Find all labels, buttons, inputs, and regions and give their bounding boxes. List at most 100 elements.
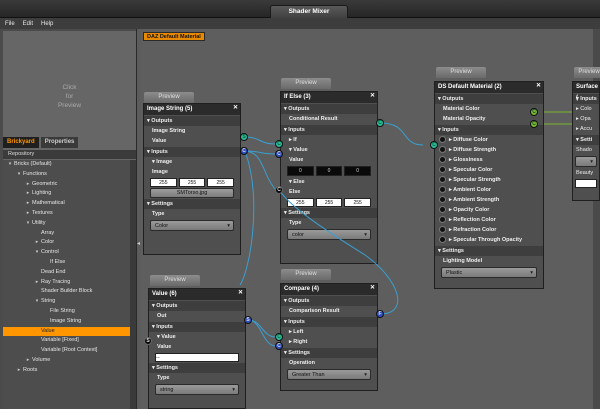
value-node[interactable]: Value (6) ✕ ▾ Outputs Out ▾ Inputs ▾ Valu…: [148, 288, 246, 409]
port-value-in[interactable]: C: [275, 150, 283, 158]
close-icon[interactable]: ✕: [233, 104, 238, 114]
blue-field[interactable]: 255: [207, 178, 235, 187]
ds-input-item[interactable]: ▸ Opacity Color: [435, 205, 543, 215]
tree-item[interactable]: Variable [Fixed]: [3, 336, 136, 346]
close-icon[interactable]: ✕: [370, 284, 375, 294]
tree-scrollbar[interactable]: [130, 160, 136, 409]
surface-input-color[interactable]: ▸ Colo: [573, 104, 599, 114]
tree-item[interactable]: If Else: [3, 258, 136, 268]
tree-item[interactable]: ▾ Bricks (Default): [3, 160, 136, 170]
type-dropdown[interactable]: string: [155, 384, 239, 395]
ds-input-item[interactable]: ▸ Specular Through Opacity: [435, 235, 543, 245]
surface-input-opacity[interactable]: ▸ Opa: [573, 114, 599, 124]
port-icon[interactable]: [439, 156, 446, 164]
tree-item[interactable]: ▸ Lighting: [3, 189, 136, 199]
input-value[interactable]: ▾ Value: [149, 332, 245, 342]
tree-item[interactable]: ▸ Textures: [3, 209, 136, 219]
if-else-node[interactable]: If Else (3) ✕ ▾ Outputs Conditional Resul…: [280, 91, 378, 264]
inputs-section[interactable]: ▾ Inputs: [149, 322, 245, 332]
port-icon[interactable]: [439, 146, 446, 154]
chevron-right-icon[interactable]: ▸: [24, 209, 32, 219]
ds-input-item[interactable]: ▸ Refraction Color: [435, 225, 543, 235]
tree-item[interactable]: Image String: [3, 317, 136, 327]
chevron-right-icon[interactable]: ▸: [24, 189, 32, 199]
chevron-down-icon[interactable]: ▾: [24, 219, 32, 229]
ds-input-item[interactable]: ▸ Diffuse Color: [435, 135, 543, 145]
tree-item[interactable]: Array: [3, 229, 136, 239]
close-icon[interactable]: ✕: [238, 289, 243, 299]
operation-dropdown[interactable]: Greater Than: [287, 369, 371, 380]
menu-help[interactable]: Help: [41, 21, 53, 27]
port-icon[interactable]: [439, 166, 446, 174]
inputs-section[interactable]: ▾ Inputs: [144, 147, 240, 157]
port-icon[interactable]: [439, 186, 446, 194]
tab-brickyard[interactable]: Brickyard: [3, 137, 39, 148]
ds-input-item[interactable]: ▸ Specular Strength: [435, 175, 543, 185]
ds-input-item[interactable]: ▸ Specular Color: [435, 165, 543, 175]
value-b[interactable]: 0: [344, 166, 372, 176]
ds-default-material-node[interactable]: DS Default Material (2) ✕ ▾ Outputs Mater…: [434, 81, 544, 289]
tree-item[interactable]: Dead End: [3, 268, 136, 278]
tree-item[interactable]: Value: [3, 326, 136, 337]
chevron-right-icon[interactable]: ▸: [24, 180, 32, 190]
tab-properties[interactable]: Properties: [40, 137, 79, 148]
compare-node[interactable]: Compare (4) ✕ ▾ Outputs Comparison Result…: [280, 283, 378, 391]
port-icon[interactable]: [439, 136, 446, 144]
outputs-section[interactable]: ▾ Outputs: [435, 94, 543, 104]
green-field[interactable]: 255: [178, 178, 206, 187]
menu-edit[interactable]: Edit: [23, 21, 33, 27]
red-field[interactable]: 255: [150, 178, 177, 187]
tree-item[interactable]: ▾ String: [3, 297, 136, 307]
input-right[interactable]: ▸ Right: [281, 337, 377, 347]
ds-input-item[interactable]: ▸ Glossiness: [435, 155, 543, 165]
window-title-tab[interactable]: Shader Mixer: [270, 5, 348, 19]
else-b[interactable]: 255: [344, 198, 372, 207]
input-left[interactable]: ▸ Left: [281, 327, 377, 337]
close-icon[interactable]: ✕: [370, 92, 375, 102]
port-else-in[interactable]: C: [275, 186, 283, 194]
input-else[interactable]: ▾ Else: [281, 177, 377, 187]
settings-section[interactable]: ▾ Settings: [435, 246, 543, 256]
settings-section[interactable]: ▾ Settings: [281, 348, 377, 358]
port-diffuse-in[interactable]: C: [430, 141, 438, 149]
port-right-in[interactable]: C: [275, 342, 283, 350]
tree-item[interactable]: ▸ Volume: [3, 356, 136, 366]
chevron-right-icon[interactable]: ▸: [15, 366, 23, 376]
settings-section[interactable]: ▾ Settings: [144, 199, 240, 209]
port-comparison-out[interactable]: F: [376, 310, 384, 318]
value-preview-tab[interactable]: Preview: [150, 275, 200, 286]
chevron-right-icon[interactable]: ▸: [24, 199, 32, 209]
settings-section[interactable]: ▾ Setti: [573, 135, 599, 145]
shadow-dropdown[interactable]: [575, 156, 597, 167]
port-if-in[interactable]: C: [275, 140, 283, 148]
tree-item[interactable]: ▾ Functions: [3, 170, 136, 180]
outputs-section[interactable]: ▾ Outputs: [149, 301, 245, 311]
ds-input-item[interactable]: ▸ Ambient Strength: [435, 195, 543, 205]
tree-item[interactable]: ▸ Geometric: [3, 180, 136, 190]
inputs-section[interactable]: ▾ Inputs: [435, 125, 543, 135]
value-field[interactable]: --: [155, 353, 239, 362]
if-else-preview-tab[interactable]: Preview: [281, 78, 331, 89]
ds-input-item[interactable]: ▸ Reflection Color: [435, 215, 543, 225]
port-image-string-out[interactable]: S: [240, 133, 248, 141]
tree-item[interactable]: ▾ Utility: [3, 219, 136, 229]
port-out[interactable]: S: [244, 316, 252, 324]
chevron-right-icon[interactable]: ▸: [24, 356, 32, 366]
type-dropdown[interactable]: color: [287, 229, 371, 240]
chevron-down-icon[interactable]: ▾: [33, 297, 41, 307]
inputs-section[interactable]: ▾ Inputs: [281, 317, 377, 327]
chevron-down-icon[interactable]: ▾: [6, 160, 14, 170]
chevron-right-icon[interactable]: ▸: [33, 238, 41, 248]
port-icon[interactable]: [439, 176, 446, 184]
port-material-color-out[interactable]: C: [530, 108, 538, 116]
port-icon[interactable]: [439, 196, 446, 204]
inputs-section[interactable]: ▾ Inputs: [281, 125, 377, 135]
port-icon[interactable]: [439, 206, 446, 214]
chevron-down-icon[interactable]: ▾: [33, 248, 41, 258]
tree-item[interactable]: Shader Builder Block: [3, 287, 136, 297]
image-group[interactable]: ▾ Image: [144, 157, 240, 167]
tree-item[interactable]: ▸ Roots: [3, 366, 136, 376]
value-g[interactable]: 0: [315, 166, 343, 176]
close-icon[interactable]: ✕: [536, 82, 541, 92]
chevron-right-icon[interactable]: ▸: [33, 278, 41, 288]
